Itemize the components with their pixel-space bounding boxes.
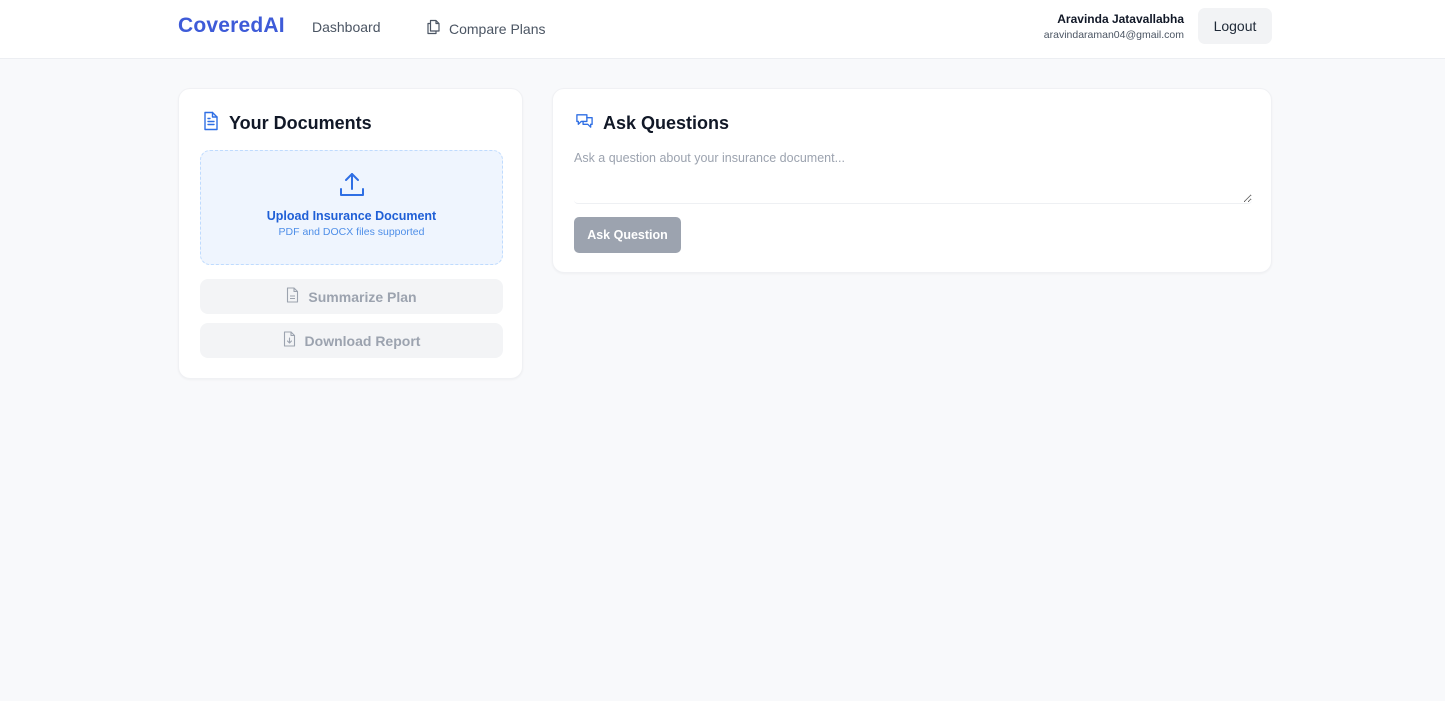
upload-title: Upload Insurance Document bbox=[266, 209, 437, 223]
summarize-plan-button[interactable]: Summarize Plan bbox=[200, 279, 503, 314]
nav-dashboard-label: Dashboard bbox=[312, 19, 381, 35]
ask-question-button[interactable]: Ask Question bbox=[574, 217, 681, 253]
user-email: aravindaraman04@gmail.com bbox=[1043, 29, 1184, 41]
chat-bubbles-icon bbox=[575, 111, 594, 136]
upload-dropzone[interactable]: Upload Insurance Document PDF and DOCX f… bbox=[200, 150, 503, 265]
upload-icon bbox=[339, 171, 365, 199]
logout-button[interactable]: Logout bbox=[1198, 8, 1272, 44]
file-text-icon bbox=[286, 287, 299, 306]
ask-panel-title: Ask Questions bbox=[603, 113, 730, 133]
download-report-button[interactable]: Download Report bbox=[200, 323, 503, 358]
documents-panel: Your Documents Upload Insurance Document… bbox=[178, 88, 523, 379]
user-info: Aravinda Jatavallabha aravindaraman04@gm… bbox=[1044, 12, 1184, 42]
summarize-plan-label: Summarize Plan bbox=[308, 288, 417, 305]
file-text-icon bbox=[201, 111, 220, 136]
documents-panel-header: Your Documents bbox=[201, 111, 372, 136]
file-download-icon bbox=[283, 331, 296, 350]
documents-panel-title: Your Documents bbox=[229, 113, 372, 133]
nav-compare-plans-label: Compare Plans bbox=[449, 20, 546, 37]
brand-logo[interactable]: CoveredAI bbox=[178, 14, 285, 38]
upload-subtitle: PDF and DOCX files supported bbox=[278, 226, 425, 238]
nav-dashboard-link[interactable]: Dashboard bbox=[312, 19, 381, 35]
top-nav-bar: CoveredAI Dashboard Compare Plans Aravin… bbox=[0, 0, 1445, 59]
download-report-label: Download Report bbox=[304, 332, 421, 349]
copy-icon bbox=[426, 19, 441, 38]
nav-compare-plans-link[interactable]: Compare Plans bbox=[426, 19, 546, 38]
ask-panel-header: Ask Questions bbox=[575, 111, 729, 136]
user-name: Aravinda Jatavallabha bbox=[1057, 12, 1184, 26]
question-input[interactable] bbox=[574, 149, 1252, 204]
ask-questions-panel: Ask Questions Ask Question bbox=[552, 88, 1272, 273]
